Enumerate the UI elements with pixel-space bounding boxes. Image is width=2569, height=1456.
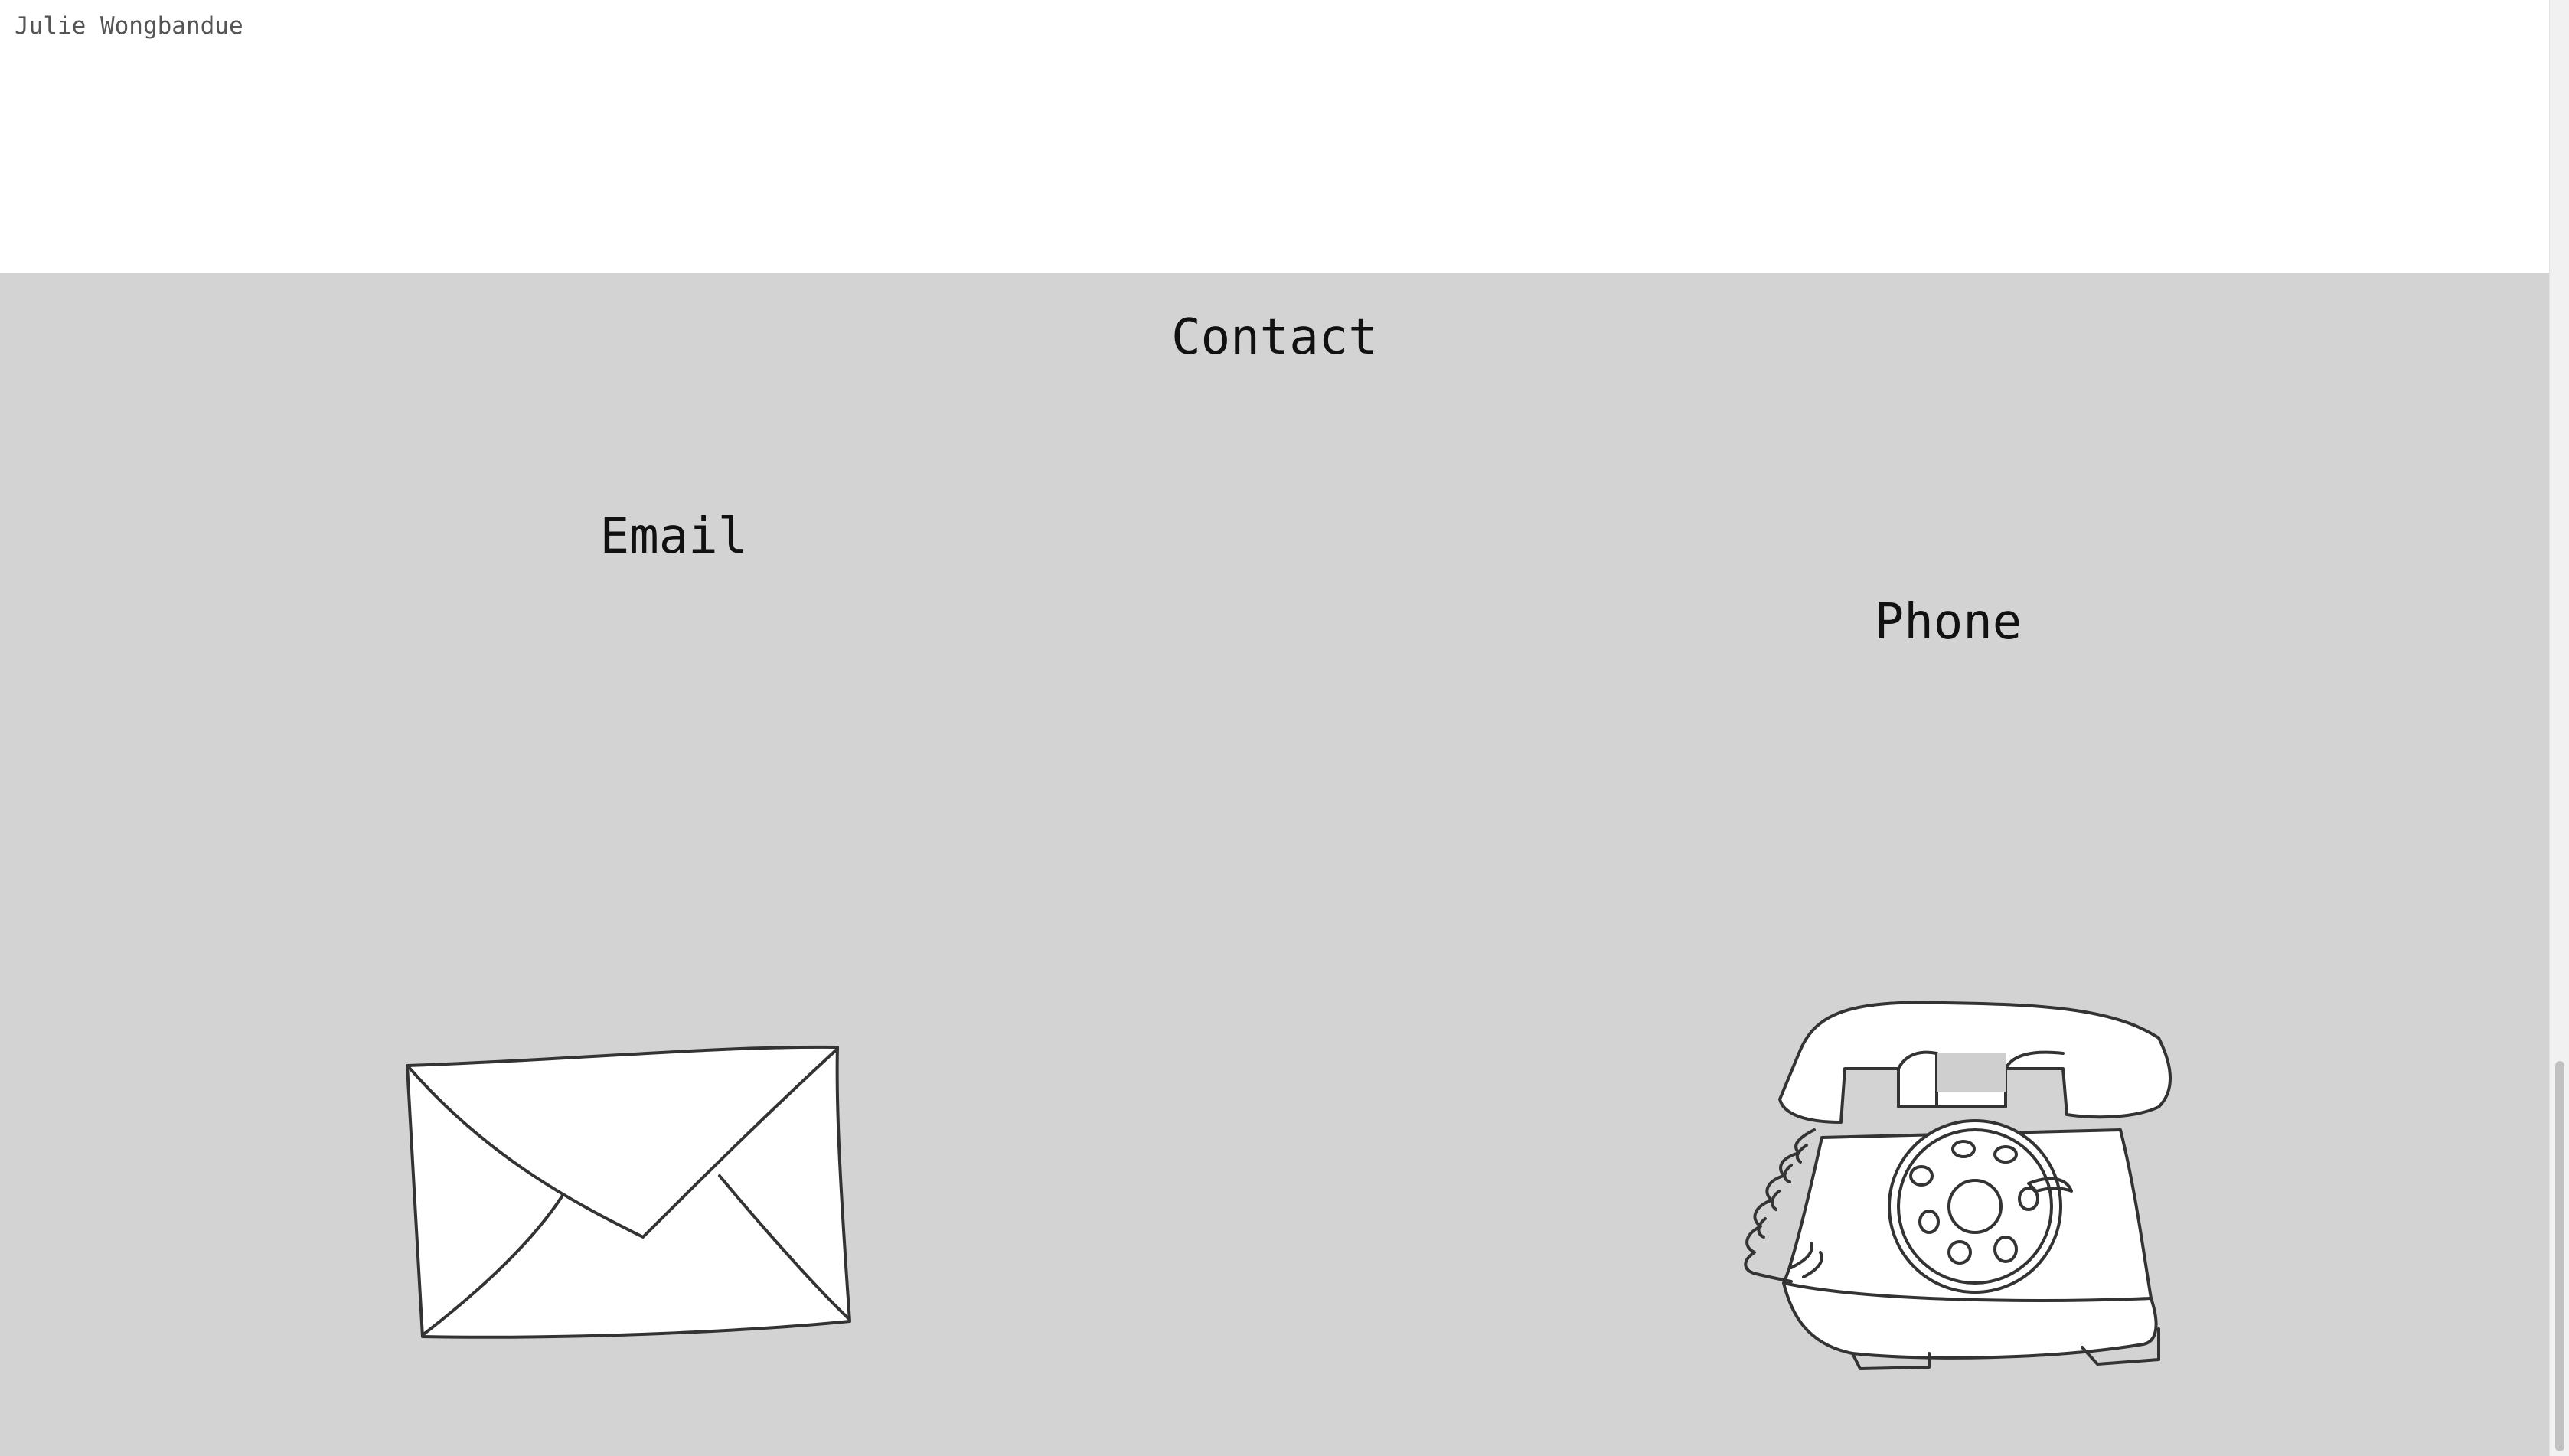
page-viewport: Julie Wongbandue Contact Email Phone — [0, 0, 2569, 1456]
rotary-phone-icon[interactable] — [1669, 732, 2205, 1405]
envelope-icon[interactable] — [398, 762, 857, 1352]
email-label: Email — [599, 508, 748, 565]
vertical-scrollbar[interactable] — [2549, 0, 2569, 1456]
page-content: Julie Wongbandue Contact Email Phone — [0, 0, 2549, 1456]
scrollbar-thumb[interactable] — [2555, 1061, 2564, 1451]
phone-label: Phone — [1874, 594, 2022, 651]
header-area: Julie Wongbandue — [0, 0, 2549, 273]
author-name: Julie Wongbandue — [15, 12, 243, 40]
contact-section: Contact Email Phone — [0, 273, 2549, 1456]
contact-title: Contact — [1171, 309, 1378, 366]
